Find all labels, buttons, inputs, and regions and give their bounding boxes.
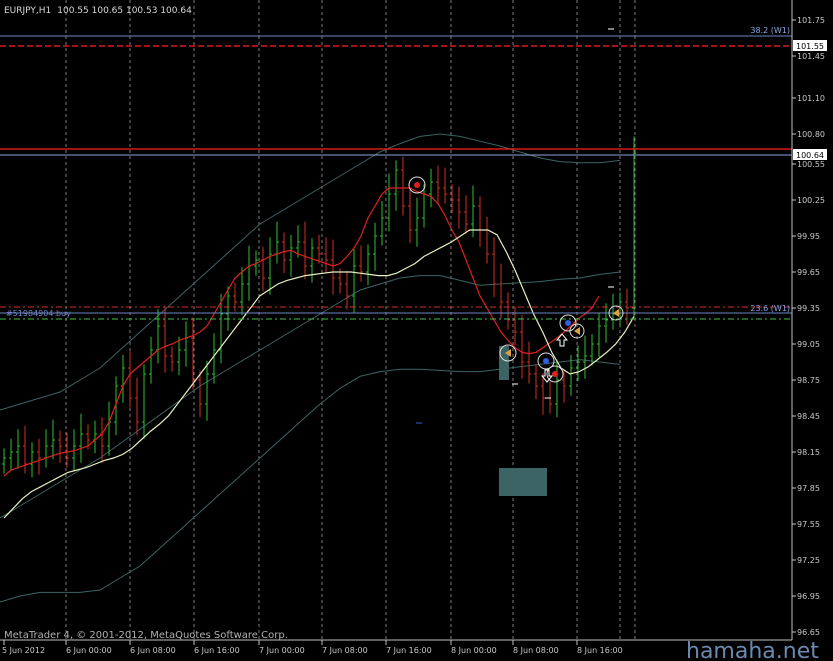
y-tick-label-4: 100.55 bbox=[797, 160, 825, 169]
x-tick-label-1: 6 Jun 00:00 bbox=[66, 646, 112, 655]
y-tick-label-13: 97.85 bbox=[797, 484, 820, 493]
y-tick-label-7: 99.65 bbox=[797, 268, 820, 277]
y-tick-label-0: 101.75 bbox=[797, 16, 825, 25]
y-tick-label-15: 97.25 bbox=[797, 556, 820, 565]
watermark: hamaha.net bbox=[686, 639, 819, 661]
x-tick-label-0: 5 Jun 2012 bbox=[2, 646, 45, 655]
y-tick-label-6: 99.95 bbox=[797, 232, 820, 241]
copyright-text: MetaTrader 4, © 2001-2012, MetaQuotes So… bbox=[4, 630, 288, 641]
x-tick-label-2: 6 Jun 08:00 bbox=[130, 646, 176, 655]
svg-text:101.55: 101.55 bbox=[796, 42, 824, 51]
fib-236-label: 23.6 (W1) bbox=[750, 304, 790, 313]
x-tick-label-5: 7 Jun 08:00 bbox=[322, 646, 368, 655]
chart-header: EURJPY,H1 100.55 100.65 100.53 100.64 bbox=[4, 6, 192, 16]
fib-382-label: 38.2 (W1) bbox=[750, 26, 790, 35]
signal-box-lower bbox=[499, 468, 547, 496]
y-tick-label-5: 100.25 bbox=[797, 196, 825, 205]
x-tick-label-4: 7 Jun 00:00 bbox=[259, 646, 305, 655]
order-label: #51984904 buy bbox=[6, 309, 71, 318]
y-tick-label-9: 99.05 bbox=[797, 340, 820, 349]
y-tick-label-17: 96.65 bbox=[797, 628, 820, 637]
y-tick-label-14: 97.55 bbox=[797, 520, 820, 529]
x-tick-label-6: 7 Jun 16:00 bbox=[386, 646, 432, 655]
y-tick-label-16: 96.95 bbox=[797, 592, 820, 601]
x-tick-label-8: 8 Jun 08:00 bbox=[513, 646, 559, 655]
y-tick-label-12: 98.15 bbox=[797, 448, 820, 457]
x-tick-label-7: 8 Jun 00:00 bbox=[451, 646, 497, 655]
y-tick-label-10: 98.75 bbox=[797, 376, 820, 385]
x-tick-label-3: 6 Jun 16:00 bbox=[194, 646, 240, 655]
svg-text:100.64: 100.64 bbox=[796, 151, 824, 160]
chart-background bbox=[0, 0, 833, 661]
y-tick-label-1: 101.45 bbox=[797, 52, 825, 61]
y-tick-label-8: 99.35 bbox=[797, 304, 820, 313]
y-tick-label-3: 100.80 bbox=[797, 130, 825, 139]
x-tick-label-9: 8 Jun 16:00 bbox=[577, 646, 623, 655]
y-tick-label-11: 98.45 bbox=[797, 412, 820, 421]
y-tick-label-2: 101.10 bbox=[797, 94, 825, 103]
price-chart[interactable]: 38.2 (W1) 23.6 (W1) #51984904 buy 101.75… bbox=[0, 0, 833, 661]
